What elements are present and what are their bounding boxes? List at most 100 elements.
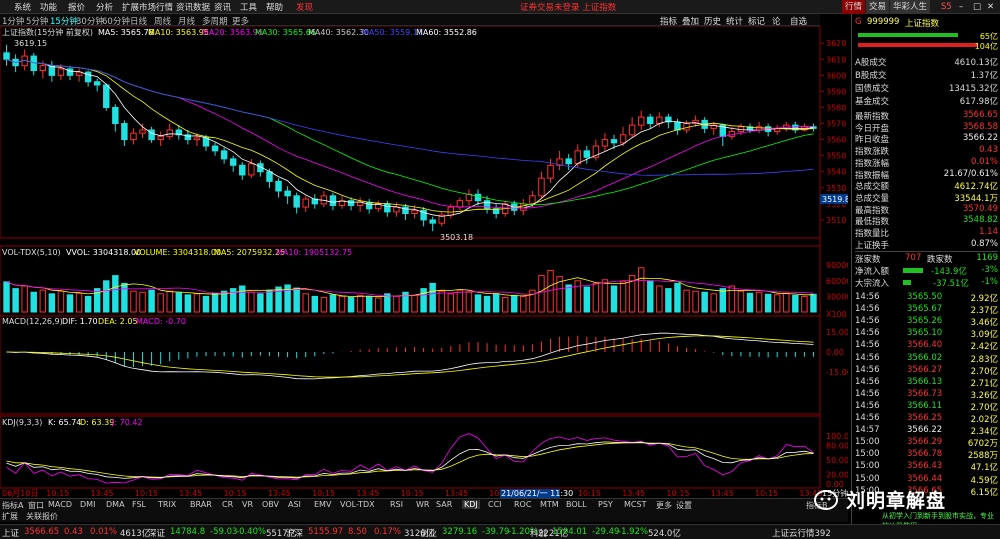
stat-row: 最高指数 3570.49 [855, 203, 998, 216]
tick-row: 15:00 3566.78 2588万 [855, 449, 998, 462]
candle-body [93, 81, 101, 86]
indicator-tab[interactable]: ASI [288, 500, 301, 509]
menu-bar: 系统 功能 报价 分析 扩展市场行情 资讯数据 资讯 工具 帮助 发现 证券交易… [0, 0, 1000, 14]
volume-bar [365, 295, 373, 313]
indicator-tab[interactable]: 设置 [676, 500, 692, 511]
tick-row: 14:56 3566.13 2.71亿 [855, 376, 998, 389]
tick-row: 14:56 3565.10 3.09亿 [855, 328, 998, 341]
indicator-tab[interactable]: CCI [488, 500, 502, 509]
block-inflow-row: 大宗流入 -37.51亿 -1% [855, 277, 998, 289]
indicator-tab[interactable]: EMV [314, 500, 331, 509]
watermark-text: 刘明章解盘 [846, 490, 947, 512]
status-name: 上证 [2, 529, 20, 539]
indicator-tab[interactable]: PSY [598, 500, 613, 509]
kdj-axis: 100.0080.0050.0020.000.00 [826, 432, 848, 489]
indicator-tab[interactable]: ROC [514, 500, 531, 509]
menu-analysis[interactable]: 分析 [96, 1, 113, 13]
tick-row: 15:00 3566.44 4.59亿 [855, 473, 998, 486]
menu-tools[interactable]: 工具 [240, 1, 257, 13]
indicator-tab[interactable]: CR [222, 500, 233, 509]
kdj-j-label: J: 70.42 [111, 418, 143, 427]
indicator-tab[interactable]: 更多 [656, 500, 672, 511]
volume-bar [166, 290, 173, 313]
cloud-quote-status[interactable]: 上证云行情392 [772, 527, 831, 539]
indicator-tab[interactable]: MTM [540, 500, 559, 509]
price-tick: 3600 [826, 71, 846, 80]
candle-body [57, 68, 65, 76]
indicator-tab[interactable]: OBV [262, 500, 279, 509]
stat-row: 指数涨跌 0.43 [855, 145, 998, 158]
menu-function[interactable]: 功能 [40, 1, 57, 13]
volume-bar [12, 288, 19, 313]
menu-quote[interactable]: 报价 [68, 1, 85, 13]
indicator-tab[interactable]: SAR [436, 500, 452, 509]
kline-chart[interactable]: 上证指数(15分钟 前复权) MA5: 3565.78 MA10: 3563.9… [0, 26, 848, 498]
close-icon[interactable]: ✕ [984, 0, 997, 14]
indicator-tab[interactable]: BOLL [566, 500, 587, 509]
quote-mode-button[interactable]: 行情 [842, 0, 866, 14]
candle-body [610, 139, 618, 144]
candle-body [39, 65, 47, 72]
candle-body [365, 201, 373, 210]
ma40-label: MA40: 3562.30 [308, 28, 369, 37]
candle-body [529, 195, 536, 205]
price-tick: 3540 [826, 168, 846, 177]
tick-row: 14:56 3566.73 3.26亿 [855, 388, 998, 401]
indicator-tab[interactable]: DMI [80, 500, 95, 509]
low-mark: 3503.18 [440, 233, 473, 242]
candle-body [229, 158, 237, 166]
menu-system[interactable]: 系统 [14, 1, 31, 13]
status-name: 深证 [148, 529, 166, 539]
indicator-tab[interactable]: 指标A [2, 500, 23, 511]
indicator-tab[interactable]: WR [416, 500, 429, 509]
candle-body [637, 116, 645, 126]
candle-body [565, 158, 572, 165]
volume-bar [211, 292, 219, 313]
indicator-tab[interactable]: DMA [106, 500, 125, 509]
trade-mode-button[interactable]: 交易 [866, 0, 890, 14]
volume-bar [393, 295, 400, 313]
tab-related-quotes[interactable]: 关联报价 [26, 511, 58, 522]
volume-bar [610, 285, 618, 313]
minimize-icon[interactable]: – [956, 0, 966, 14]
candle-body [755, 126, 763, 131]
indicator-tab[interactable]: FSL [132, 500, 146, 509]
volume-bar [347, 296, 355, 313]
current-price-label: 3519.8 [822, 195, 848, 204]
indicator-tab[interactable]: MACD [48, 500, 72, 509]
menu-ext-market[interactable]: 扩展市场行情 [122, 1, 173, 13]
indicator-tab[interactable]: BRAR [190, 500, 212, 509]
candle-body [75, 71, 83, 76]
volume-bar [293, 287, 300, 313]
volume-bar [3, 281, 10, 313]
menu-info-data[interactable]: 资讯数据 [176, 1, 210, 13]
kdj-tick: 80.00 [826, 442, 848, 451]
volume-bar [665, 288, 672, 313]
indicator-tab[interactable]: KDJ [462, 500, 480, 509]
status-price: 14784.8 [170, 527, 206, 537]
tick-row: 14:56 3566.27 2.70亿 [855, 364, 998, 377]
s5-button[interactable]: S5 [938, 0, 955, 14]
indicator-tab[interactable]: RSI [390, 500, 403, 509]
menu-discover[interactable]: 发现 [296, 1, 313, 13]
macd-line [6, 332, 814, 380]
candle-body [220, 150, 228, 160]
indicator-tab[interactable]: TRIX [158, 500, 176, 509]
tab-extend[interactable]: 扩展 [2, 511, 18, 522]
candle-body [483, 200, 491, 210]
maximize-icon[interactable]: □ [970, 0, 984, 14]
huacai-button[interactable]: 华彩人生 [890, 0, 931, 14]
tick-row: 14:56 3565.50 2.92亿 [855, 292, 998, 304]
volume-bar [320, 296, 328, 313]
volume-bar [130, 290, 137, 313]
indicator-tab[interactable]: VR [242, 500, 253, 509]
indicator-tab[interactable]: 窗口 [28, 500, 44, 511]
macd-dea-label: DEA: 2.05 [98, 317, 138, 326]
stock-search-icon[interactable]: G [855, 17, 862, 27]
menu-help[interactable]: 帮助 [266, 1, 283, 13]
indicator-tab[interactable]: VOL-TDX [340, 500, 375, 509]
volume-bar [266, 289, 273, 313]
indicator-tab[interactable]: MCST [624, 500, 646, 509]
menu-info[interactable]: 资讯 [214, 1, 231, 13]
kdj-tick: 50.00 [826, 456, 848, 465]
